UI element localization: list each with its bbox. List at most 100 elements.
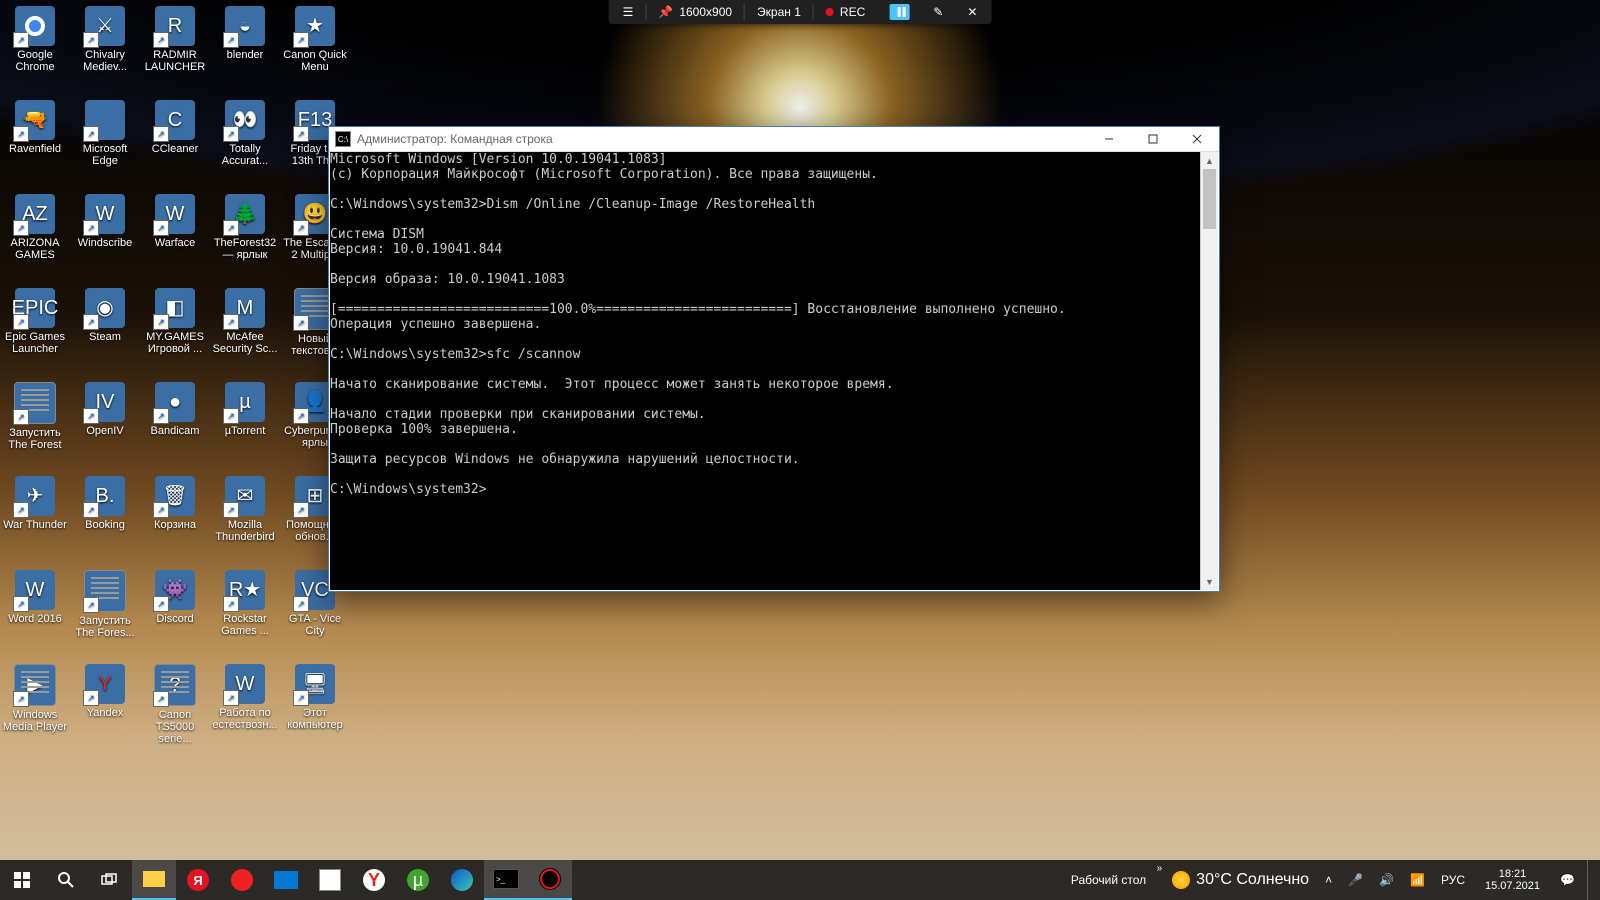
recorder-rec-button[interactable]: REC [814,0,877,24]
maximize-button[interactable] [1131,127,1175,151]
shortcut-overlay-icon: ↗ [223,690,239,706]
desktop-icon[interactable]: 🖥↗Этот компьютер [280,662,350,750]
desktop-icon[interactable]: 🗑↗Корзина [140,474,210,562]
tray-clock[interactable]: 18:21 15.07.2021 [1477,868,1548,892]
app-icon: 👾↗ [155,570,195,610]
taskbar-opera[interactable] [220,860,264,900]
recorder-screen-label: Экран 1 [745,0,813,24]
tray-notifications-icon[interactable]: 💬 [1556,873,1579,887]
taskbar-yandex-app[interactable]: Я [176,860,220,900]
desktop-icon-label: ARIZONA GAMES [0,237,70,261]
desktop-icon[interactable]: IV↗OpenIV [70,380,140,468]
taskbar-mail[interactable] [264,860,308,900]
task-view-button[interactable] [88,860,132,900]
taskbar-utorrent[interactable]: µ [396,860,440,900]
pin-icon: 📌 [658,5,673,19]
resolution-label: 1600x900 [679,5,732,19]
app-icon: W↗ [85,194,125,234]
desktop-icon[interactable]: ◒↗blender [210,4,280,92]
search-button[interactable] [44,860,88,900]
terminal-output[interactable]: Microsoft Windows [Version 10.0.19041.10… [330,152,1201,590]
recorder-menu-icon[interactable]: ☰ [611,0,646,24]
desktop-icon-label: Warface [140,237,210,249]
recorder-draw-button[interactable]: ✎ [921,0,955,24]
recorder-resolution: 📌 1600x900 [646,0,744,24]
minimize-button[interactable] [1087,127,1131,151]
command-prompt-window[interactable]: C:\ Администратор: Командная строка Micr… [328,126,1220,592]
desktop-icon[interactable]: ↗Запустить The Fores... [70,568,140,656]
window-titlebar[interactable]: C:\ Администратор: Командная строка [329,127,1219,152]
desktop-icon[interactable]: ?↗Canon TS5000 serie... [140,662,210,751]
scroll-up-button[interactable]: ▲ [1201,152,1218,169]
taskbar-store[interactable]: 🛍 [308,860,352,900]
desktop-icon[interactable]: C↗CCleaner [140,98,210,186]
tray-network-icon[interactable]: 🔊 [1375,873,1398,887]
desktop-icon[interactable]: R↗RADMIR LAUNCHER [140,4,210,92]
shortcut-overlay-icon: ↗ [293,690,309,706]
desktop-icon[interactable]: W↗Warface [140,192,210,280]
desktop-icon[interactable]: ↗ Google Chrome [0,4,70,92]
start-button[interactable] [0,860,44,900]
close-button[interactable] [1175,127,1219,151]
taskbar-recorder[interactable] [528,860,572,900]
taskbar-file-explorer[interactable] [132,860,176,900]
recorder-close-button[interactable]: ✕ [955,0,989,24]
desktop-icon[interactable]: W↗ Windscribe [70,192,140,280]
shortcut-overlay-icon: ↗ [153,32,169,48]
tray-language[interactable]: РУС [1437,873,1469,887]
app-icon: AZ↗ [15,194,55,234]
taskbar-yandex-browser[interactable]: Y [352,860,396,900]
desktop-icon[interactable]: ●↗Bandicam [140,380,210,468]
desktop-icon[interactable]: W↗Работа по естествозн... [210,662,280,750]
desktop-icon[interactable]: ▶↗Windows Media Player [0,662,70,750]
desktop-icon[interactable]: B.↗Booking [70,474,140,562]
app-icon: ↗ [84,570,126,612]
desktop-icon[interactable]: W↗Word 2016 [0,568,70,656]
shortcut-overlay-icon: ↗ [83,126,99,142]
scroll-thumb[interactable] [1203,169,1216,229]
desktop-wallpaper[interactable]: ↗ Google Chrome 🔫↗Ravenfield AZ↗ ARIZONA GAM… [0,0,1600,900]
tray-volume-icon[interactable]: 📶 [1406,873,1429,887]
desktop-icon[interactable]: ✉↗Mozilla Thunderbird [210,474,280,562]
desktop-icon[interactable]: M↗McAfee Security Sc... [210,286,280,374]
desktop-icon-label: Корзина [140,519,210,531]
task-view-label[interactable]: » Рабочий стол [1071,873,1160,887]
rec-label: REC [840,5,865,19]
app-icon: R↗ [155,6,195,46]
app-icon: C↗ [155,100,195,140]
desktop-icon[interactable]: 🔫↗Ravenfield [0,98,70,186]
desktop-icon[interactable]: 🌲↗TheForest32 — ярлык [210,192,280,280]
recorder-pause-button[interactable] [877,0,921,24]
app-icon: ↗ [15,6,55,46]
show-desktop-button[interactable] [1587,860,1594,900]
scrollbar[interactable]: ▲ ▼ [1200,152,1218,590]
tray-mic-icon[interactable]: 🎤 [1344,873,1367,887]
tray-overflow-button[interactable]: ˄ [1321,873,1336,887]
scroll-down-button[interactable]: ▼ [1201,573,1218,590]
desktop-icon-label: Windscribe [70,237,140,249]
desktop-icon[interactable]: ✈↗War Thunder [0,474,70,562]
desktop-icon[interactable]: AZ↗ ARIZONA GAMES [0,192,70,280]
desktop-icon[interactable]: EPIC↗Epic Games Launcher [0,286,70,374]
clock-date: 15.07.2021 [1485,880,1540,892]
desktop-icon[interactable]: 👾↗Discord [140,568,210,656]
desktop-icon[interactable]: 👀↗Totally Accurat... [210,98,280,186]
desktop-icon[interactable]: µ↗µTorrent [210,380,280,468]
desktop-icon[interactable]: ★↗Canon Quick Menu [280,4,350,92]
taskbar-cmd[interactable]: >_ [484,860,528,900]
desktop-icon[interactable]: ◉↗Steam [70,286,140,374]
desktop-icon[interactable]: R★↗Rockstar Games ... [210,568,280,656]
app-icon: Y↗ [85,664,125,704]
weather-widget[interactable]: 30°C Солнечно [1160,871,1321,889]
desktop-icon[interactable]: ◧↗MY.GAMES Игровой ... [140,286,210,374]
shortcut-overlay-icon: ↗ [153,691,169,707]
shortcut-overlay-icon: ↗ [153,126,169,142]
app-icon: ◧↗ [155,288,195,328]
desktop-icon[interactable]: ⚔↗Chivalry Mediev... [70,4,140,92]
desktop-icon-label: Google Chrome [0,49,70,73]
desktop-icon[interactable]: ↗Microsoft Edge [70,98,140,186]
shortcut-overlay-icon: ↗ [293,502,309,518]
desktop-icon[interactable]: ↗Запустить The Forest [0,380,70,468]
taskbar-edge[interactable] [440,860,484,900]
desktop-icon[interactable]: Y↗Yandex [70,662,140,750]
